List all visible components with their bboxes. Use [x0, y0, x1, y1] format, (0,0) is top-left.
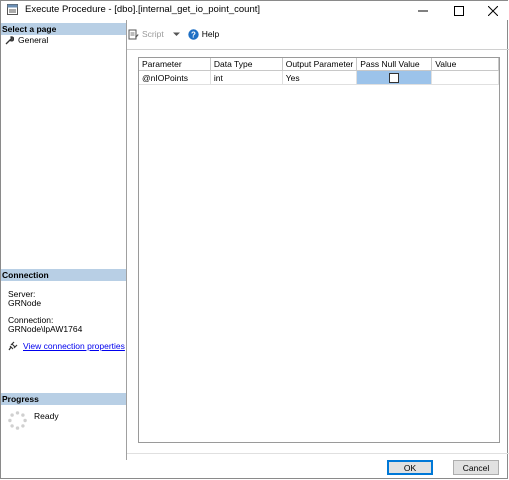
data-type-cell[interactable]: int — [210, 70, 283, 85]
connection-plug-icon — [8, 341, 18, 351]
progress-status: Ready — [34, 411, 59, 421]
pass-null-value-cell[interactable] — [356, 70, 433, 85]
connection-header: Connection — [1, 269, 126, 281]
value-cell[interactable] — [431, 70, 499, 85]
column-header-parameter[interactable]: Parameter — [139, 58, 211, 71]
toolbar: Script ? Help — [128, 26, 219, 42]
parameters-table: Parameter Data Type Output Parameter Pas… — [139, 58, 499, 85]
progress-row: Ready — [8, 411, 59, 430]
chevron-down-icon[interactable] — [172, 31, 181, 38]
minimize-icon — [417, 10, 428, 11]
page-item-general[interactable]: General — [5, 35, 48, 45]
dialog-app-icon — [7, 4, 18, 15]
script-label: Script — [142, 29, 164, 39]
help-button[interactable]: ? Help — [188, 28, 220, 40]
connection-value: GRNode\lpAW1764 — [8, 324, 83, 334]
maximize-icon — [453, 5, 464, 16]
bottom-divider — [127, 453, 509, 454]
window-title: Execute Procedure - [dbo].[internal_get_… — [25, 4, 261, 15]
spinner-icon — [8, 411, 27, 430]
wrench-icon — [5, 35, 14, 44]
execute-procedure-window: Execute Procedure - [dbo].[internal_get_… — [0, 0, 509, 479]
pass-null-value-checkbox[interactable] — [389, 72, 400, 83]
parameters-grid: Parameter Data Type Output Parameter Pas… — [138, 57, 500, 443]
column-header-output-parameter[interactable]: Output Parameter — [282, 58, 358, 71]
page-item-general-label: General — [18, 35, 49, 45]
script-icon — [128, 29, 139, 39]
column-header-value[interactable]: Value — [431, 58, 499, 71]
view-connection-properties-row: View connection properties — [8, 341, 125, 351]
script-button[interactable]: Script — [128, 29, 181, 40]
output-parameter-cell[interactable]: Yes — [282, 70, 358, 85]
svg-text:?: ? — [191, 30, 196, 39]
cancel-button[interactable]: Cancel — [453, 460, 499, 475]
close-button[interactable] — [476, 1, 509, 20]
progress-header: Progress — [1, 393, 126, 405]
help-label: Help — [201, 29, 220, 39]
close-icon — [487, 5, 498, 16]
maximize-button[interactable] — [442, 1, 475, 20]
title-bar: Execute Procedure - [dbo].[internal_get_… — [1, 1, 508, 20]
select-page-header: Select a page — [1, 23, 126, 35]
table-header-row: Parameter Data Type Output Parameter Pas… — [139, 58, 499, 71]
parameter-cell[interactable]: @nIOPoints — [139, 70, 211, 85]
table-row: @nIOPoints int Yes — [139, 70, 499, 85]
column-header-data-type[interactable]: Data Type — [210, 58, 283, 71]
column-header-pass-null-value[interactable]: Pass Null Value — [356, 58, 433, 71]
ok-button[interactable]: OK — [387, 460, 433, 475]
minimize-button[interactable] — [406, 1, 439, 20]
view-connection-properties-link[interactable]: View connection properties — [23, 341, 125, 351]
server-value: GRNode — [8, 298, 42, 308]
toolbar-divider — [127, 49, 509, 50]
left-pane: Select a page General Connection Server:… — [1, 20, 127, 460]
help-icon: ? — [188, 28, 199, 40]
